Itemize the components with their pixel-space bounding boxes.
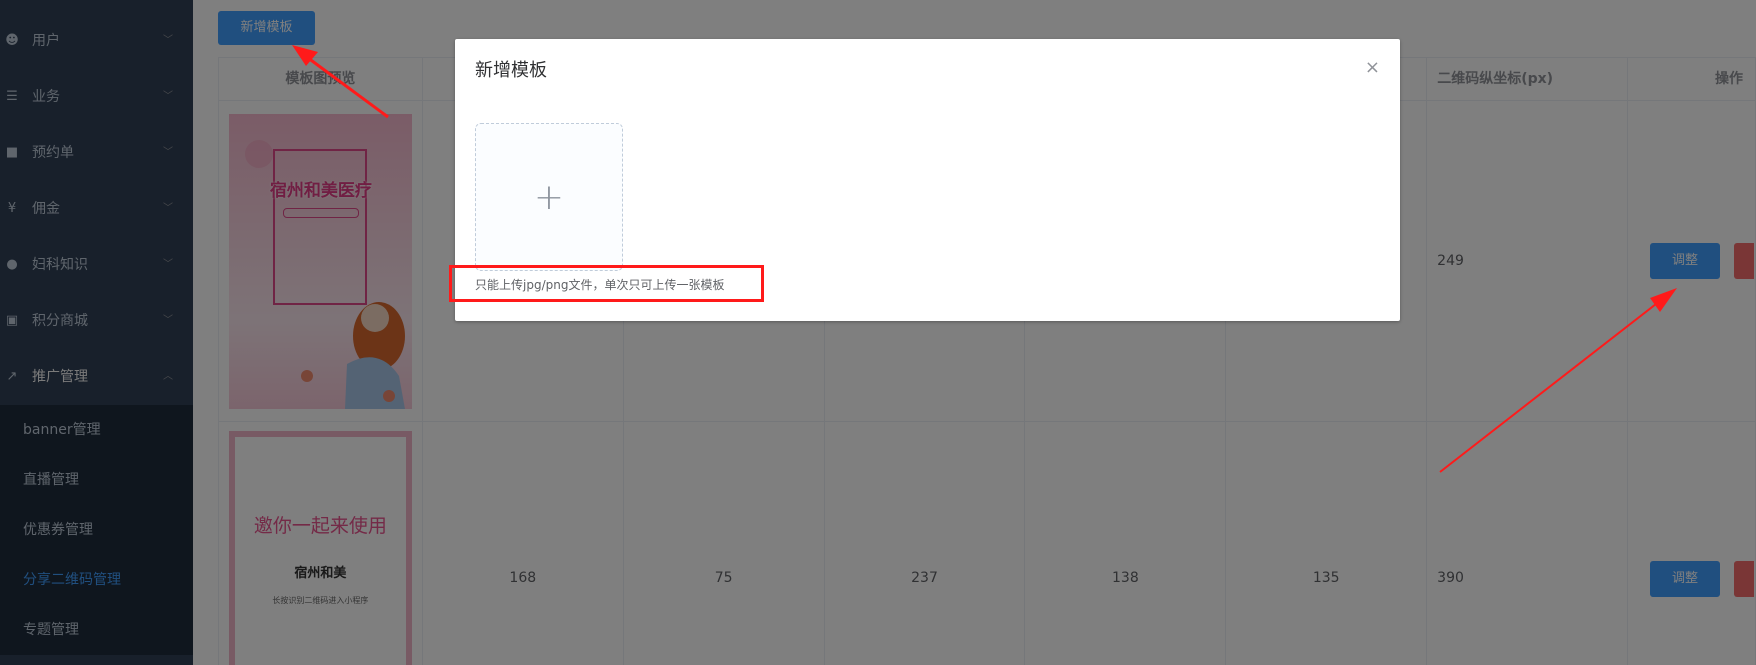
annotation-arrows (292, 45, 1677, 473)
arrow-to-add-button (292, 45, 389, 119)
arrow-to-adjust-button (1439, 288, 1677, 473)
